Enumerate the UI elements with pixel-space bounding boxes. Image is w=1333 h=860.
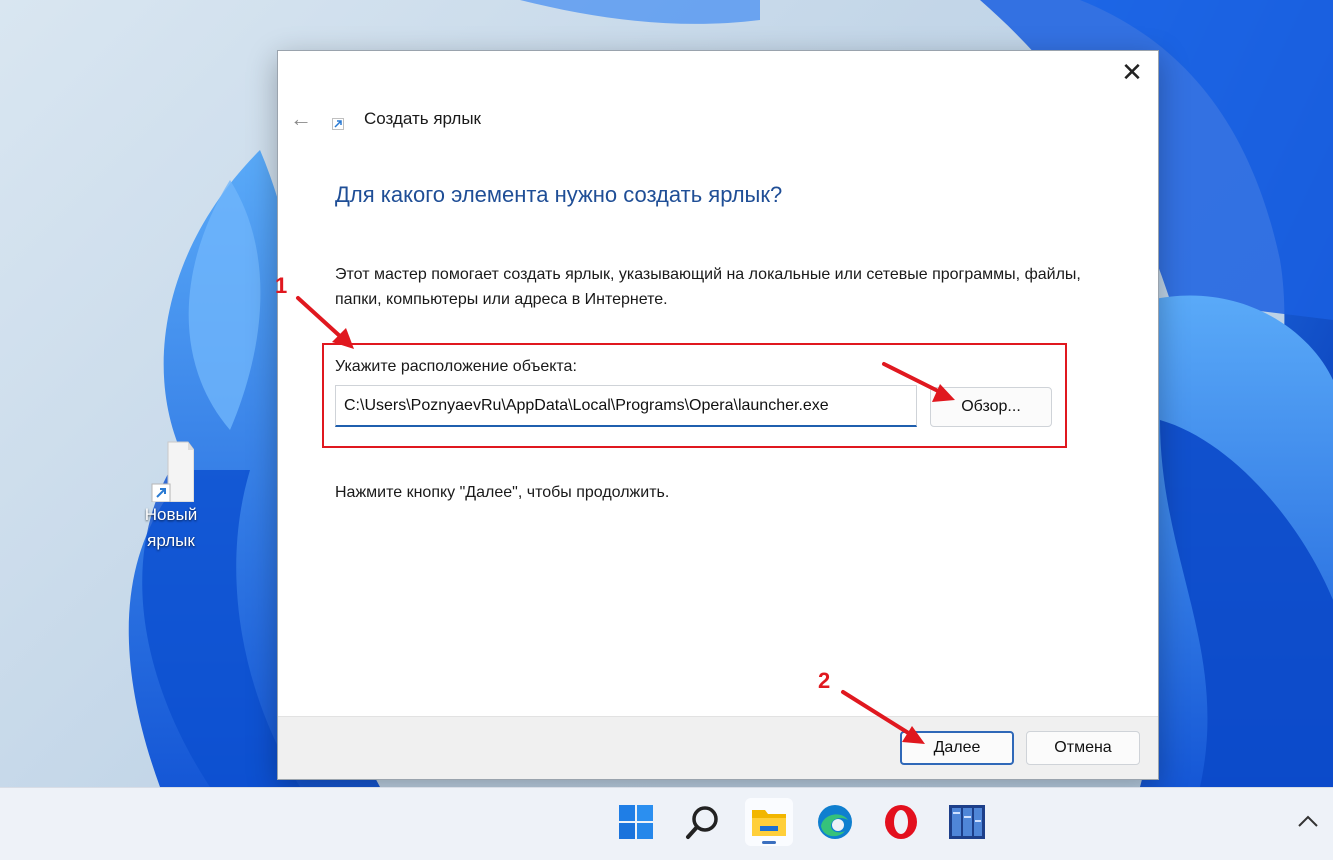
dialog-footer: Далее Отмена [278,716,1158,779]
taskbar [0,787,1333,860]
cancel-button[interactable]: Отмена [1026,731,1140,765]
continue-hint: Нажмите кнопку "Далее", чтобы продолжить… [335,484,670,501]
file-explorer-button[interactable] [745,798,793,846]
page-heading: Для какого элемента нужно создать ярлык? [335,182,783,207]
shortcut-arrow-icon [332,117,344,130]
start-icon [619,805,653,839]
desktop-shortcut[interactable]: Новый ярлык [128,440,214,554]
wizard-description: Этот мастер помогает создать ярлык, указ… [335,266,1081,308]
shortcut-label: Новый ярлык [144,505,198,550]
back-arrow-icon[interactable]: ← [288,106,314,132]
app-button[interactable] [943,798,991,846]
tray-chevron-icon[interactable] [1297,808,1319,834]
annotation-highlight-box [322,343,1067,448]
file-explorer-icon [752,810,786,836]
app-icon [949,805,985,839]
search-button[interactable] [679,798,727,846]
edge-button[interactable] [811,798,859,846]
opera-icon [885,805,917,839]
next-button[interactable]: Далее [900,731,1014,765]
shortcut-file-icon [148,440,195,503]
close-button[interactable]: ✕ [1118,59,1146,87]
active-indicator [762,841,776,844]
wizard-title: Создать ярлык [364,109,481,128]
search-icon [686,806,718,839]
annotation-step-2: 2 [818,668,831,693]
annotation-step-1: 1 [275,273,288,298]
edge-icon [818,805,852,839]
opera-button[interactable] [877,798,925,846]
start-button[interactable] [612,798,660,846]
